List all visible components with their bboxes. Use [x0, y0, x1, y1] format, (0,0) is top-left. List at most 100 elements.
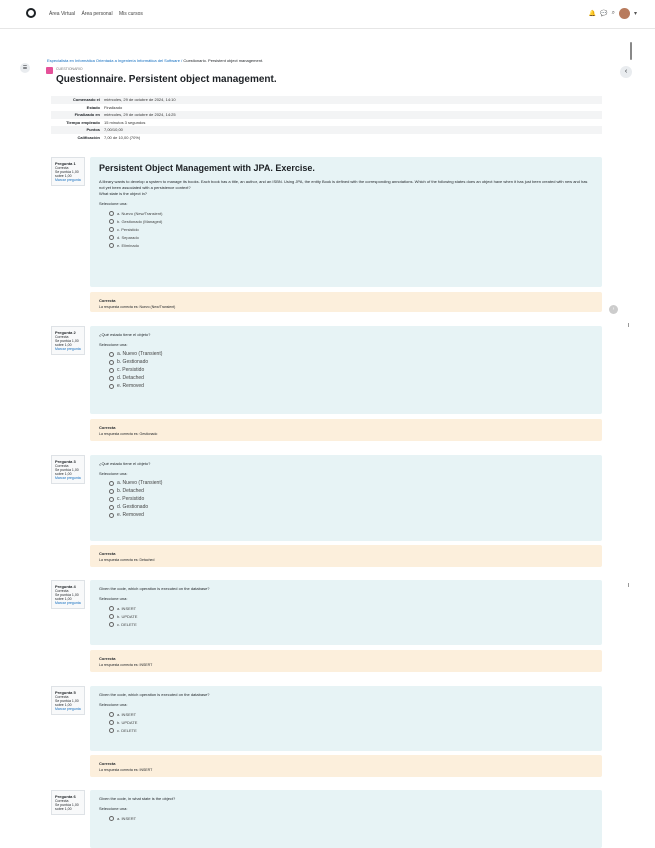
radio-icon[interactable] — [109, 613, 114, 619]
question-formulation: Given the code, which operation is execu… — [90, 686, 602, 751]
course-index-toggle[interactable]: ☰ — [20, 63, 30, 73]
nav-link-virtual[interactable]: Área Virtual — [49, 11, 75, 17]
question-formulation: ¿Qué estado tiene el objeto? Seleccione u… — [90, 455, 602, 541]
summary-key: Finalizado en — [74, 112, 100, 118]
answer-label: c. Persistido — [117, 226, 139, 232]
question-text: ¿Qué estado tiene el objeto? — [99, 332, 151, 337]
radio-icon[interactable] — [109, 711, 114, 717]
answer-label: a. Nuevo (Transient) — [117, 351, 163, 357]
answer-choice[interactable]: a. Nuevo (Transient) — [99, 479, 593, 487]
radio-icon[interactable] — [109, 488, 114, 494]
radio-icon[interactable] — [109, 226, 114, 232]
feedback-text: La respuesta correcta es: Detached — [99, 558, 155, 562]
answer-choice[interactable]: c. Persistido — [99, 225, 593, 233]
summary-row: Finalizado en miércoles, 29 de octubre d… — [51, 111, 602, 119]
question-feedback: Correcta La respuesta correcta es: Gesti… — [90, 419, 602, 441]
summary-key: Estado — [86, 104, 100, 110]
answer-choice[interactable]: b. Gestionado (Managed) — [99, 217, 593, 225]
answer-label: b. UPDATE — [117, 719, 138, 725]
answer-choice[interactable]: e. Removed — [99, 382, 593, 390]
answer-choice[interactable]: a. INSERT — [99, 604, 593, 612]
scrollbar[interactable] — [630, 42, 632, 60]
breadcrumb-course[interactable]: Especialista en Informática Orientada a … — [47, 58, 180, 63]
question-text: Given the code, in what state is the obj… — [99, 796, 176, 801]
radio-icon[interactable] — [109, 727, 114, 733]
answer-choice[interactable]: c. Persistido — [99, 495, 593, 503]
radio-icon[interactable] — [109, 504, 114, 510]
question-feedback: Correcta La respuesta correcta es: INSER… — [90, 755, 602, 777]
flag-question-link[interactable]: Marcar pregunta — [55, 601, 84, 605]
flag-question-link[interactable]: Marcar pregunta — [55, 178, 84, 182]
feedback-title: Correcta — [99, 425, 116, 430]
summary-value: miércoles, 29 de octubre de 2024, 14:10 — [104, 97, 176, 103]
radio-icon[interactable] — [109, 605, 114, 611]
question-info: Pregunta 6 Correcta Se puntúa 1,00 sobre… — [51, 790, 85, 815]
question-grade: Se puntúa 1,00 sobre 1,00 — [55, 803, 79, 811]
summary-value: Finalizado — [104, 104, 123, 110]
answer-choice[interactable]: a. Nuevo (New/Transient) — [99, 209, 593, 217]
question-info: Pregunta 4 Correcta Se puntúa 1,00 sobre… — [51, 580, 85, 609]
site-logo[interactable] — [26, 8, 36, 18]
radio-icon[interactable] — [109, 367, 114, 373]
radio-icon[interactable] — [109, 383, 114, 389]
radio-icon[interactable] — [109, 210, 114, 216]
question-subtext: What state is the object in? — [99, 191, 148, 196]
question-info: Pregunta 2 Correcta Se puntúa 1,00 sobre… — [51, 326, 85, 355]
answer-choice[interactable]: a. Nuevo (Transient) — [99, 350, 593, 358]
answer-choice[interactable]: a. INSERT — [99, 814, 593, 822]
activity-label: CUESTIONARIO — [56, 67, 83, 71]
answer-choice[interactable]: d. Detached — [99, 374, 593, 382]
radio-icon[interactable] — [109, 512, 114, 518]
answer-choice[interactable]: d. Gestionado — [99, 503, 593, 511]
answer-choice[interactable]: d. Separado — [99, 233, 593, 241]
radio-icon[interactable] — [109, 815, 114, 821]
answer-label: a. INSERT — [117, 815, 137, 821]
answer-choice[interactable]: e. Removed — [99, 511, 593, 519]
radio-icon[interactable] — [109, 621, 114, 627]
radio-icon[interactable] — [109, 359, 114, 365]
chat-icon[interactable]: 💬 — [600, 10, 607, 17]
bell-icon[interactable]: 🔔 — [589, 10, 596, 17]
flag-question-link[interactable]: Marcar pregunta — [55, 476, 84, 480]
radio-icon[interactable] — [109, 719, 114, 725]
breadcrumb: Especialista en Informática Orientada a … — [47, 58, 263, 63]
chevron-down-icon[interactable]: ▾ — [634, 10, 637, 17]
answer-label: e. Removed — [117, 512, 144, 518]
answer-choice[interactable]: c. DELETE — [99, 726, 593, 734]
answer-choice[interactable]: a. INSERT — [99, 710, 593, 718]
nav-link-courses[interactable]: Mis cursos — [119, 11, 143, 17]
radio-icon[interactable] — [109, 496, 114, 502]
feedback-title: Correcta — [99, 551, 116, 556]
summary-row: Calificación 7,00 de 10,00 (70%) — [51, 134, 602, 142]
answer-choice[interactable]: b. Detached — [99, 487, 593, 495]
avatar[interactable] — [618, 8, 630, 19]
flag-question-link[interactable]: Marcar pregunta — [55, 707, 84, 711]
answer-choice[interactable]: e. Eliminado — [99, 241, 593, 249]
answer-choice[interactable]: c. Persistido — [99, 366, 593, 374]
radio-icon[interactable] — [109, 351, 114, 357]
flag-question-link[interactable]: Marcar pregunta — [55, 347, 84, 351]
summary-value: 7,00/10,00 — [104, 127, 123, 133]
question-text: A library wants to develop a system to m… — [99, 179, 588, 190]
nav-link-personal[interactable]: Área personal — [81, 11, 112, 17]
search-icon[interactable]: ⌕ — [612, 10, 615, 17]
radio-icon[interactable] — [109, 480, 114, 486]
block-drawer-toggle[interactable]: ‹ — [620, 66, 632, 78]
feedback-text: La respuesta correcta es: INSERT — [99, 768, 153, 772]
answer-choice[interactable]: c. DELETE — [99, 620, 593, 628]
quiz-icon — [46, 67, 53, 74]
answer-choice[interactable]: b. UPDATE — [99, 718, 593, 726]
answer-choice[interactable]: b. UPDATE — [99, 612, 593, 620]
answer-label: a. Nuevo (New/Transient) — [117, 210, 163, 216]
radio-icon[interactable] — [109, 242, 114, 248]
answer-choice[interactable]: b. Gestionado — [99, 358, 593, 366]
quiz-nav-button[interactable]: › — [609, 305, 618, 314]
summary-key: Comenzado el — [72, 97, 100, 103]
question-formulation: Given the code, in what state is the obj… — [90, 790, 602, 848]
question-formulation: Given the code, which operation is execu… — [90, 580, 602, 645]
radio-icon[interactable] — [109, 234, 114, 240]
radio-icon[interactable] — [109, 375, 114, 381]
question-formulation: Persistent Object Management with JPA. E… — [90, 157, 602, 287]
answer-label: c. DELETE — [117, 727, 137, 733]
radio-icon[interactable] — [109, 218, 114, 224]
